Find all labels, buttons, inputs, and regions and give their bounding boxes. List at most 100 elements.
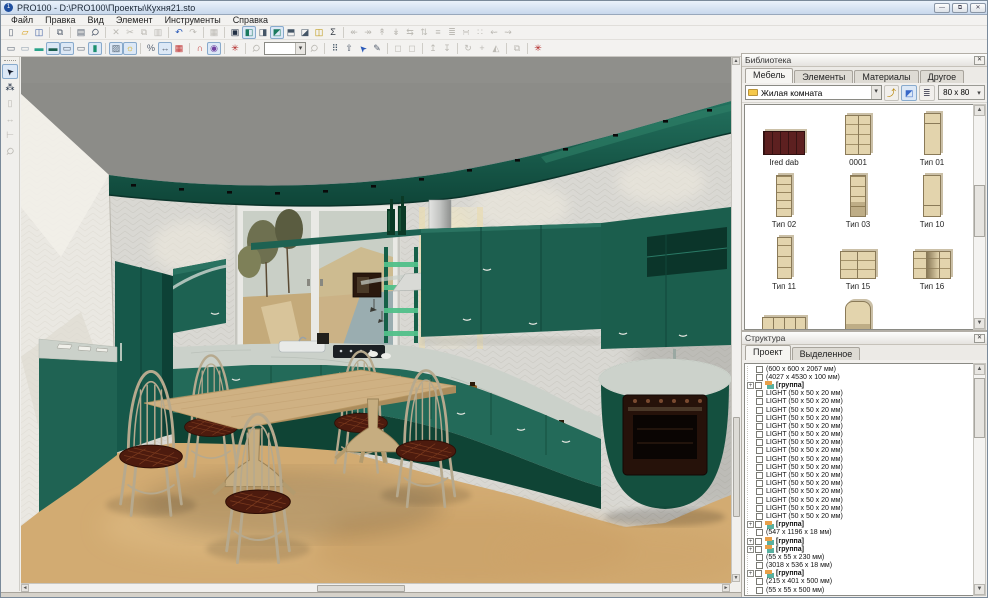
rotate-button[interactable]: ↻ — [461, 42, 475, 55]
structure-row[interactable]: (55 x 55 x 230 мм) — [747, 553, 973, 561]
align-top-button[interactable]: ↟ — [375, 26, 389, 39]
lower-button[interactable]: ↧ — [440, 42, 454, 55]
row-checkbox[interactable] — [756, 398, 763, 405]
center-horizontal-button[interactable]: ⇆ — [403, 26, 417, 39]
render-button[interactable]: ✳ — [228, 42, 242, 55]
library-close-button[interactable]: ✕ — [974, 56, 985, 65]
center-vertical-button[interactable]: ⇅ — [417, 26, 431, 39]
snap-magnet-button[interactable]: ∩ — [193, 42, 207, 55]
structure-scrollbar[interactable]: ▲ ▼ — [973, 363, 986, 596]
scroll-down-arrow[interactable]: ▼ — [974, 318, 985, 329]
scroll-up-arrow[interactable]: ▲ — [974, 364, 985, 375]
menu-item[interactable]: Инструменты — [159, 15, 227, 25]
structure-row[interactable]: + [группа] — [747, 570, 973, 578]
category-combobox[interactable]: Жилая комната ▾ — [745, 85, 882, 100]
dropdown-arrow-icon[interactable]: ▾ — [974, 89, 984, 97]
structure-row[interactable]: LIGHT (50 x 50 x 20 мм) — [747, 455, 973, 463]
row-checkbox[interactable] — [756, 472, 763, 479]
kitchen-3d-view[interactable] — [21, 57, 731, 583]
structure-row[interactable]: LIGHT (50 x 50 x 20 мм) — [747, 447, 973, 455]
row-checkbox[interactable] — [756, 439, 763, 446]
menu-item[interactable]: Правка — [39, 15, 81, 25]
expand-icon[interactable]: + — [747, 521, 754, 528]
row-checkbox[interactable] — [756, 407, 763, 414]
redo-button[interactable]: ↷ — [186, 26, 200, 39]
draw-pen-button[interactable]: ✎ — [370, 42, 384, 55]
structure-row[interactable]: + [группа] — [747, 537, 973, 545]
zoom-in-button[interactable]: Ϙ — [249, 42, 263, 55]
distribute-horizontal-button[interactable]: ≡ — [431, 26, 445, 39]
structure-row[interactable]: (215 x 401 x 500 мм) — [747, 578, 973, 586]
structure-row[interactable]: (55 x 55 x 500 мм) — [747, 586, 973, 594]
distribute-vertical-button[interactable]: ≣ — [445, 26, 459, 39]
vertical-scroll-thumb[interactable] — [733, 417, 740, 517]
paste-button[interactable]: ▥ — [151, 26, 165, 39]
select-tool[interactable]: ➤ — [2, 64, 18, 79]
display-wireframe-button[interactable]: ▭ — [4, 42, 18, 55]
dropdown-arrow-icon[interactable]: ▾ — [871, 86, 881, 99]
viewport-horizontal-scrollbar[interactable]: ◄ ► — [21, 583, 731, 592]
library-item[interactable]: Тип 20 — [895, 295, 969, 330]
library-item[interactable]: Тип 03 — [821, 171, 895, 233]
library-item[interactable]: Ired dab — [747, 109, 821, 171]
thumbnail-view-button[interactable]: ◩ — [901, 85, 917, 101]
row-checkbox[interactable] — [756, 578, 763, 585]
structure-row[interactable]: LIGHT (50 x 50 x 20 мм) — [747, 439, 973, 447]
mirror-button[interactable]: ◭ — [489, 42, 503, 55]
select-add-button[interactable]: ◻ — [405, 42, 419, 55]
row-checkbox[interactable] — [755, 546, 762, 553]
copy-button[interactable]: ⧉ — [137, 26, 151, 39]
align-right-button[interactable]: ↠ — [361, 26, 375, 39]
view-camera-button[interactable]: ◫ — [312, 26, 326, 39]
library-item[interactable]: Тип 17 — [747, 295, 821, 330]
row-checkbox[interactable] — [756, 488, 763, 495]
scroll-up-arrow[interactable]: ▲ — [974, 105, 985, 116]
display-contours-button[interactable]: ▭ — [60, 42, 74, 55]
delete-button[interactable]: ✕ — [109, 26, 123, 39]
library-item[interactable]: Тип 10 — [895, 171, 969, 233]
new-file[interactable]: ▯ — [4, 26, 18, 39]
row-checkbox[interactable] — [756, 587, 763, 594]
lighting-button[interactable]: ☼ — [123, 42, 137, 55]
library-panel-titlebar[interactable]: Библиотека ✕ — [742, 54, 988, 67]
align-bottom-button[interactable]: ↡ — [389, 26, 403, 39]
view-perspective-button[interactable]: ◪ — [298, 26, 312, 39]
walk-tool[interactable]: ⁂ — [2, 80, 18, 95]
show-materials-button[interactable]: ▨ — [109, 42, 123, 55]
structure-row[interactable]: + [группа] — [747, 521, 973, 529]
select-pointer-button[interactable]: ➤ — [356, 42, 370, 55]
print-preview-button[interactable]: Ϙ — [88, 26, 102, 39]
display-sketch-button[interactable]: ▭ — [18, 42, 32, 55]
align-left-button[interactable]: ↞ — [347, 26, 361, 39]
structure-row[interactable]: (3018 x 536 x 18 мм) — [747, 562, 973, 570]
zoom-level-combo[interactable]: ▾ — [264, 42, 306, 55]
row-checkbox[interactable] — [756, 513, 763, 520]
thumb-size-combobox[interactable]: 80 x 80 ▾ — [938, 85, 985, 100]
horizontal-scroll-thumb[interactable] — [317, 585, 405, 592]
pan-tool[interactable]: ↔ — [2, 112, 18, 127]
view-front-button[interactable]: ◨ — [256, 26, 270, 39]
row-checkbox[interactable] — [756, 480, 763, 487]
tab-selection[interactable]: Выделенное — [792, 347, 861, 360]
expand-icon[interactable]: + — [747, 546, 754, 553]
view-top-button[interactable]: ◧ — [242, 26, 256, 39]
scroll-left-arrow[interactable]: ◄ — [21, 584, 29, 592]
dropdown-arrow-icon[interactable]: ▾ — [295, 43, 305, 54]
menu-item[interactable]: Справка — [227, 15, 274, 25]
structure-row[interactable]: LIGHT (50 x 50 x 20 мм) — [747, 504, 973, 512]
zoom-tool[interactable]: Ϙ — [2, 144, 18, 159]
structure-row[interactable]: LIGHT (50 x 50 x 20 мм) — [747, 480, 973, 488]
expand-icon[interactable]: + — [747, 382, 754, 389]
library-scrollbar[interactable]: ▲ ▼ — [973, 104, 986, 330]
row-checkbox[interactable] — [756, 415, 763, 422]
structure-row[interactable]: LIGHT (50 x 50 x 20 мм) — [747, 406, 973, 414]
structure-scroll-thumb[interactable] — [974, 378, 985, 438]
link-button[interactable]: ⧉ — [510, 42, 524, 55]
group-button[interactable]: ⇜ — [487, 26, 501, 39]
move-button[interactable]: + — [475, 42, 489, 55]
close-button[interactable]: ✕ — [970, 3, 986, 13]
render-final-button[interactable]: ✳ — [531, 42, 545, 55]
fit-width-button[interactable]: ∺ — [459, 26, 473, 39]
scroll-down-arrow[interactable]: ▼ — [974, 584, 985, 595]
library-item[interactable]: Тип 11 — [747, 233, 821, 295]
